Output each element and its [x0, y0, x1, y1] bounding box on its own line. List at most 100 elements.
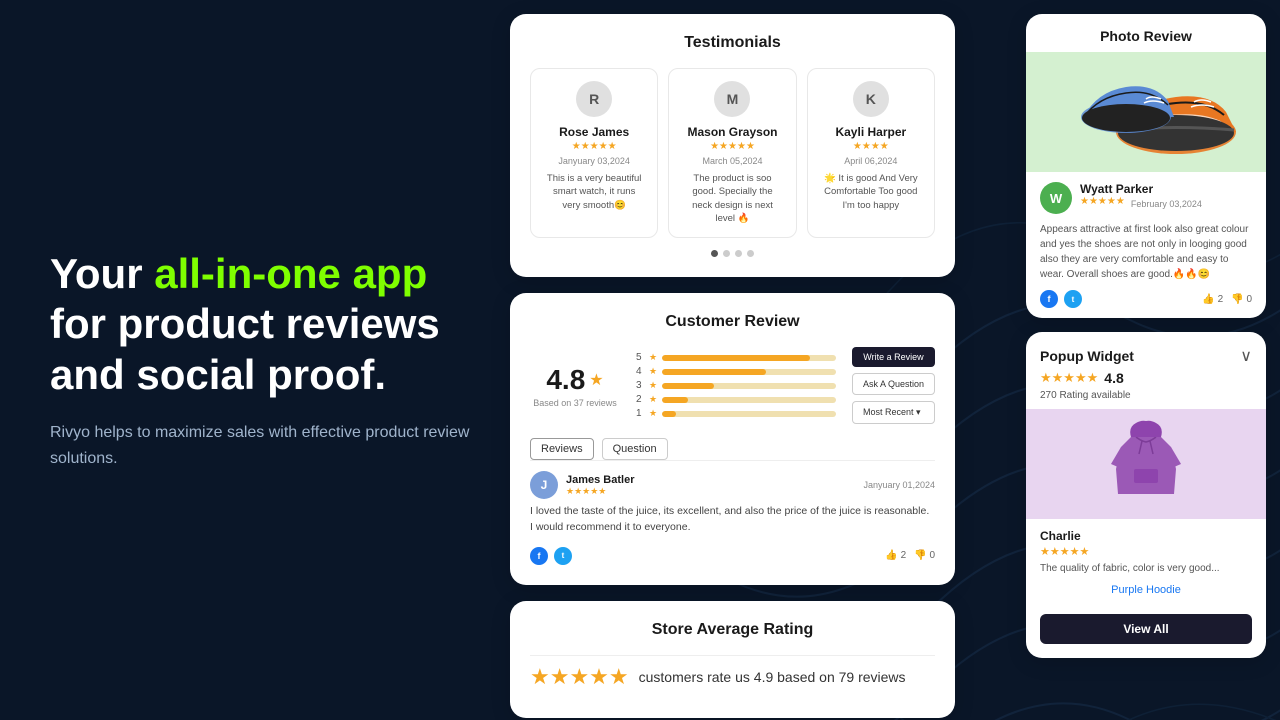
customer-review-title: Customer Review — [530, 313, 935, 331]
customer-review-card: Customer Review 4.8 ★ Based on 37 review… — [510, 293, 955, 585]
avatar-m: M — [714, 81, 750, 117]
most-recent-button[interactable]: Most Recent ▾ — [852, 401, 935, 424]
popup-product-image — [1026, 409, 1266, 519]
hero-title: Your all-in-one app for product reviews … — [50, 249, 480, 400]
reviewer-info: James Batler ★★★★★ — [566, 474, 855, 497]
store-rating-content: ★★★★★ customers rate us 4.9 based on 79 … — [530, 655, 935, 698]
popup-stars: ★★★★★ — [1040, 370, 1098, 386]
photo-reviewer-info: Wyatt Parker ★★★★★ February 03,2024 — [1080, 182, 1202, 211]
review-date-sm: Janyuary 01,2024 — [863, 480, 935, 490]
testimonials-grid: R Rose James ★★★★★ Janyuary 03,2024 This… — [530, 68, 935, 238]
date-1: March 05,2024 — [681, 156, 783, 166]
reviewer-name-sm: James Batler — [566, 474, 855, 486]
photo-review-image-area — [1026, 52, 1266, 172]
bar-3: 3 ★ — [636, 380, 836, 391]
photo-review-card: Photo Review — [1026, 14, 1266, 318]
review-stars-sm: ★★★★★ — [566, 486, 855, 497]
chevron-down-icon[interactable]: ∨ — [1240, 346, 1252, 366]
stars-1: ★★★★★ — [681, 141, 783, 152]
hero-title-end: for product reviews and social proof. — [50, 300, 440, 397]
popup-rating-num: 4.8 — [1104, 370, 1123, 386]
hoodie-icon — [1106, 419, 1186, 509]
popup-reviewer-name: Charlie — [1040, 529, 1252, 543]
facebook-icon[interactable]: f — [530, 547, 548, 565]
photo-reviewer-date: February 03,2024 — [1131, 199, 1202, 209]
bar-1: 1 ★ — [636, 408, 836, 419]
dot-2[interactable] — [723, 250, 730, 257]
popup-widget-card: Popup Widget ∨ ★★★★★ 4.8 270 Rating avai… — [1026, 332, 1266, 658]
hero-section: Your all-in-one app for product reviews … — [50, 249, 480, 471]
rating-summary: 4.8 ★ Based on 37 reviews — [530, 347, 620, 424]
action-buttons: Write a Review Ask A Question Most Recen… — [852, 347, 935, 424]
testimonial-item-0: R Rose James ★★★★★ Janyuary 03,2024 This… — [530, 68, 658, 238]
photo-twitter-icon[interactable]: t — [1064, 290, 1082, 308]
popup-review-section: Charlie ★★★★★ The quality of fabric, col… — [1026, 519, 1266, 614]
review-body: 4.8 ★ Based on 37 reviews 5 ★ 4 ★ 3 — [530, 347, 935, 424]
write-review-button[interactable]: Write a Review — [852, 347, 935, 367]
social-icons: f t — [530, 547, 572, 565]
popup-title: Popup Widget — [1040, 348, 1134, 364]
tab-reviews[interactable]: Reviews — [530, 438, 594, 460]
tab-question[interactable]: Question — [602, 438, 668, 460]
stars-0: ★★★★★ — [543, 141, 645, 152]
twitter-icon[interactable]: t — [554, 547, 572, 565]
popup-rating-count: 270 Rating available — [1026, 390, 1266, 409]
popup-header: Popup Widget ∨ — [1026, 332, 1266, 370]
testimonial-item-2: K Kayli Harper ★★★★ April 06,2024 🌟 It i… — [807, 68, 935, 238]
ask-question-button[interactable]: Ask A Question — [852, 373, 935, 395]
like-dislike: 👍 2 👎 0 — [885, 550, 935, 561]
photo-social-icons: f t — [1040, 290, 1082, 308]
reviewer-name-2: Kayli Harper — [820, 125, 922, 139]
testimonials-card: Testimonials R Rose James ★★★★★ Janyuary… — [510, 14, 955, 277]
photo-facebook-icon[interactable]: f — [1040, 290, 1058, 308]
stars-2: ★★★★ — [820, 141, 922, 152]
photo-review-detail: W Wyatt Parker ★★★★★ February 03,2024 Ap… — [1026, 172, 1266, 318]
big-rating: 4.8 — [546, 364, 585, 396]
hero-title-highlight: all-in-one app — [154, 250, 427, 297]
popup-reviewer-stars: ★★★★★ — [1040, 545, 1252, 558]
hero-title-start: Your — [50, 250, 154, 297]
text-2: 🌟 It is good And Very Comfortable Too go… — [820, 172, 922, 212]
avatar-r: R — [576, 81, 612, 117]
carousel-dots — [530, 250, 935, 257]
photo-social-row: f t 👍 2 👎 0 — [1040, 290, 1252, 308]
photo-like-dislike: 👍 2 👎 0 — [1202, 294, 1252, 305]
bar-2: 2 ★ — [636, 394, 836, 405]
photo-thumbs-up[interactable]: 👍 2 — [1202, 294, 1223, 305]
store-rating-text: customers rate us 4.9 based on 79 review… — [639, 669, 906, 685]
store-average-title: Store Average Rating — [530, 621, 935, 639]
hero-subtitle: Rivyo helps to maximize sales with effec… — [50, 420, 480, 471]
cards-column: Testimonials R Rose James ★★★★★ Janyuary… — [510, 14, 955, 718]
dot-3[interactable] — [735, 250, 742, 257]
view-all-button[interactable]: View All — [1040, 614, 1252, 644]
text-1: The product is soo good. Specially the n… — [681, 172, 783, 225]
rating-bars: 5 ★ 4 ★ 3 ★ 2 ★ — [636, 347, 836, 424]
right-column: Photo Review — [1026, 14, 1266, 658]
social-like-row: f t 👍 2 👎 0 — [530, 547, 935, 565]
photo-reviewer-stars: ★★★★★ — [1080, 196, 1125, 207]
popup-product-name: Purple Hoodie — [1040, 584, 1252, 596]
popup-reviewer-text: The quality of fabric, color is very goo… — [1040, 562, 1252, 576]
photo-reviewer-row: W Wyatt Parker ★★★★★ February 03,2024 — [1040, 182, 1252, 214]
testimonial-item-1: M Mason Grayson ★★★★★ March 05,2024 The … — [668, 68, 796, 238]
photo-thumbs-down[interactable]: 👎 0 — [1231, 294, 1252, 305]
popup-rating-row: ★★★★★ 4.8 — [1026, 370, 1266, 390]
review-content: I loved the taste of the juice, its exce… — [530, 504, 935, 536]
date-2: April 06,2024 — [820, 156, 922, 166]
photo-review-text: Appears attractive at first look also gr… — [1040, 222, 1252, 282]
reviewer-row: J James Batler ★★★★★ Janyuary 01,2024 — [530, 471, 935, 499]
bar-5: 5 ★ — [636, 352, 836, 363]
bar-4: 4 ★ — [636, 366, 836, 377]
photo-review-header: Photo Review — [1026, 14, 1266, 52]
store-stars: ★★★★★ — [530, 664, 629, 690]
thumbs-down-icon[interactable]: 👎 0 — [914, 550, 935, 561]
shoe-image — [1046, 57, 1246, 167]
avatar-k: K — [853, 81, 889, 117]
thumbs-up-icon[interactable]: 👍 2 — [885, 550, 906, 561]
testimonials-title: Testimonials — [530, 34, 935, 52]
dot-1[interactable] — [711, 250, 718, 257]
photo-reviewer-name: Wyatt Parker — [1080, 182, 1202, 196]
review-tabs: Reviews Question — [530, 438, 935, 461]
based-on: Based on 37 reviews — [533, 398, 617, 408]
dot-4[interactable] — [747, 250, 754, 257]
